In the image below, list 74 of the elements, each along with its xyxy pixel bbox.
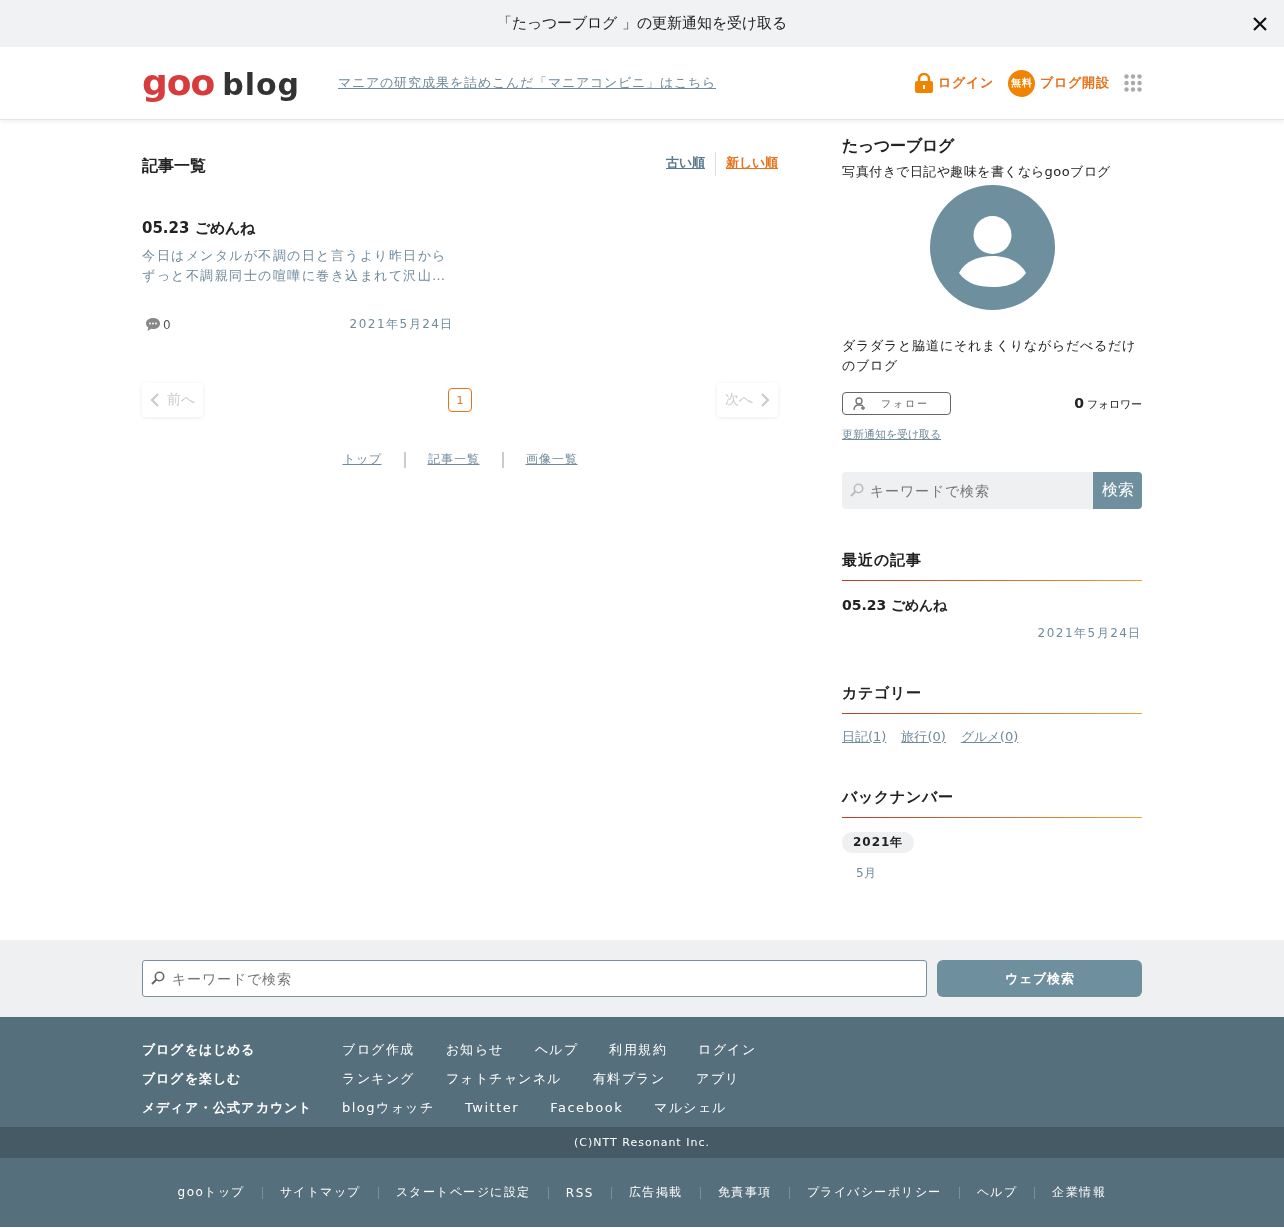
nav-link[interactable]: トップ bbox=[342, 451, 382, 468]
article-date: 2021年5月24日 bbox=[349, 316, 454, 333]
footer-link[interactable]: RSS bbox=[565, 1185, 594, 1200]
notify-link[interactable]: 更新通知を受け取る bbox=[842, 427, 1142, 442]
nav-link[interactable]: 記事一覧 bbox=[427, 451, 480, 468]
footer-link[interactable]: スタートページに設定 bbox=[395, 1184, 531, 1201]
footer-link[interactable]: Twitter bbox=[465, 1100, 520, 1115]
footer-link[interactable]: アプリ bbox=[696, 1069, 740, 1088]
footer-link[interactable]: ランキング bbox=[342, 1069, 415, 1088]
footer-link[interactable]: blogウォッチ bbox=[342, 1098, 435, 1117]
widget-title: 最近の記事 bbox=[842, 551, 1142, 581]
category-link[interactable]: 日記(1) bbox=[842, 728, 887, 746]
footer-link[interactable]: フォトチャンネル bbox=[445, 1069, 562, 1088]
chevron-left-icon bbox=[150, 393, 159, 407]
footer-heading: ブログを楽しむ bbox=[142, 1069, 243, 1088]
search-field[interactable]: キーワードで検索 bbox=[142, 960, 927, 997]
footer-link[interactable]: マルシェル bbox=[654, 1098, 727, 1117]
recent-article-date: 2021年5月24日 bbox=[1036, 625, 1142, 642]
padlock-icon bbox=[915, 73, 933, 93]
comment-icon bbox=[146, 318, 160, 331]
search-icon bbox=[850, 483, 864, 497]
footer-link[interactable]: 企業情報 bbox=[1052, 1184, 1107, 1201]
article-excerpt: 今日はメンタルが不調の日と言うより昨日から bbox=[142, 247, 448, 265]
avatar-icon bbox=[929, 185, 1055, 310]
article-title[interactable]: 05.23 ごめんね bbox=[142, 219, 778, 238]
web-search-button[interactable]: ウェブ検索 bbox=[937, 960, 1142, 997]
footer-link[interactable]: 有料プラン bbox=[592, 1069, 665, 1088]
blog-tagline: 写真付きで日記や趣味を書くならgooブログ bbox=[842, 163, 1112, 181]
footer-link[interactable]: ログイン bbox=[698, 1040, 756, 1059]
follower-count: 0 bbox=[1074, 395, 1084, 411]
footer-link[interactable]: 免責事項 bbox=[717, 1184, 772, 1201]
footer-link[interactable]: 広告掲載 bbox=[628, 1184, 683, 1201]
footer-link[interactable]: 利用規約 bbox=[609, 1040, 667, 1059]
category-link[interactable]: グルメ(0) bbox=[960, 728, 1019, 746]
user-plus-icon bbox=[853, 396, 867, 411]
follower-label: フォロワー bbox=[1087, 397, 1142, 412]
footer-link[interactable]: ブログ作成 bbox=[342, 1040, 415, 1059]
article-excerpt: ずっと不調親同士の喧嘩に巻き込まれて沢山… bbox=[142, 267, 448, 285]
login-link[interactable]: ログイン bbox=[915, 73, 994, 93]
page-number[interactable]: 1 bbox=[448, 388, 472, 412]
footer-link[interactable]: Facebook bbox=[550, 1100, 624, 1115]
widget-title: カテゴリー bbox=[842, 684, 1142, 714]
recent-article-title[interactable]: 05.23 ごめんね bbox=[842, 597, 1142, 615]
footer-link[interactable]: ヘルプ bbox=[534, 1040, 578, 1059]
footer-link[interactable]: プライバシーポリシー bbox=[806, 1184, 942, 1201]
banner-text[interactable]: 「たっつーブログ 」の更新通知を受け取る bbox=[497, 14, 787, 33]
search-button[interactable]: 検索 bbox=[1093, 472, 1142, 509]
footer-link[interactable]: ヘルプ bbox=[976, 1184, 1018, 1201]
search-field[interactable]: キーワードで検索 bbox=[842, 472, 1093, 509]
footer-link[interactable]: gooトップ bbox=[177, 1184, 245, 1201]
logo[interactable]: goo blog bbox=[142, 65, 301, 101]
sort-link[interactable]: 新しい順 bbox=[715, 152, 778, 176]
widget-title: バックナンバー bbox=[842, 788, 1142, 818]
category-link[interactable]: 旅行(0) bbox=[901, 728, 946, 746]
nav-link[interactable]: 画像一覧 bbox=[525, 451, 578, 468]
footer-link[interactable]: お知らせ bbox=[445, 1040, 504, 1059]
close-icon[interactable] bbox=[1253, 17, 1267, 31]
comment-count: 0 bbox=[163, 317, 171, 332]
month-link[interactable]: 5月 bbox=[856, 865, 1142, 882]
free-badge: 無料 bbox=[1008, 69, 1035, 97]
search-icon bbox=[151, 971, 165, 985]
section-title: 記事一覧 bbox=[142, 156, 206, 177]
copyright-text: (C)NTT Resonant Inc. bbox=[574, 1136, 710, 1149]
promo-link[interactable]: マニアの研究成果を詰めこんだ「マニアコンビニ」はこちら bbox=[338, 74, 717, 92]
chevron-right-icon bbox=[761, 393, 770, 407]
footer-heading: メディア・公式アカウント bbox=[142, 1098, 314, 1117]
footer-heading: ブログをはじめる bbox=[142, 1040, 257, 1059]
year-label[interactable]: 2021年 bbox=[842, 832, 915, 853]
sort-link[interactable]: 古い順 bbox=[656, 152, 715, 176]
footer-link[interactable]: サイトマップ bbox=[279, 1184, 361, 1201]
blog-title[interactable]: たっつーブログ bbox=[842, 136, 1142, 157]
follow-button[interactable]: フォロー bbox=[842, 392, 951, 415]
blog-description: ダラダラと脇道にそれまくりながらだべるだけのブログ bbox=[842, 337, 1137, 375]
create-blog-link[interactable]: 無料 ブログ開設 bbox=[1008, 69, 1110, 97]
